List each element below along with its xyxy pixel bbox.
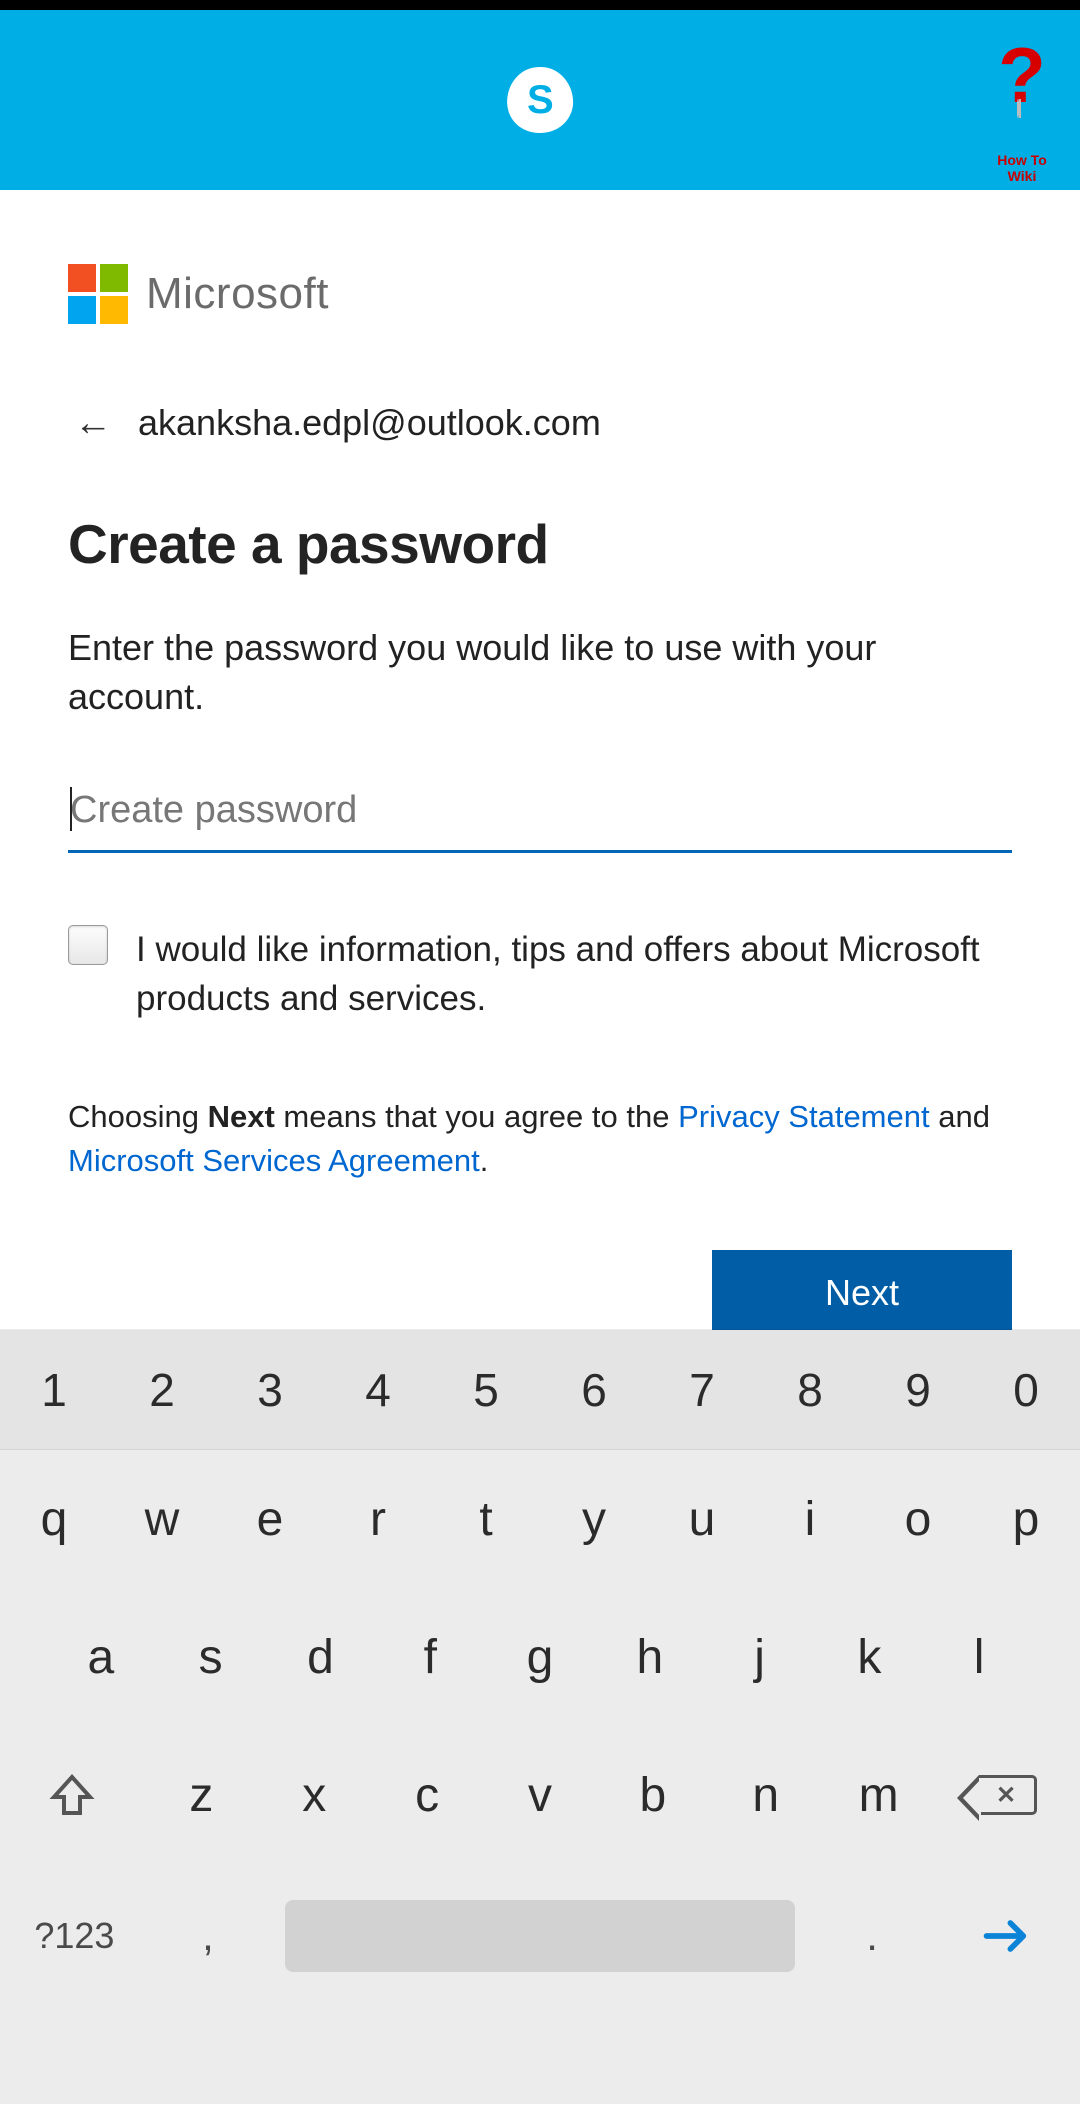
- space-key[interactable]: [285, 1900, 795, 1972]
- on-screen-keyboard[interactable]: 1 2 3 4 5 6 7 8 9 0 q w e r t y u i o p …: [0, 1330, 1080, 2104]
- account-email-row[interactable]: ← akanksha.edpl@outlook.com: [68, 398, 1012, 448]
- skype-icon: S: [505, 65, 574, 134]
- privacy-statement-link[interactable]: Privacy Statement: [678, 1099, 930, 1134]
- marketing-optin-row[interactable]: I would like information, tips and offer…: [68, 925, 1012, 1023]
- key-5[interactable]: 5: [432, 1330, 540, 1449]
- key-y[interactable]: y: [543, 1456, 645, 1582]
- key-e[interactable]: e: [219, 1456, 321, 1582]
- key-2[interactable]: 2: [108, 1330, 216, 1449]
- comma-key[interactable]: ,: [152, 1874, 264, 1998]
- marketing-optin-label: I would like information, tips and offer…: [136, 925, 1012, 1023]
- key-a[interactable]: a: [49, 1594, 153, 1720]
- key-i[interactable]: i: [759, 1456, 861, 1582]
- back-arrow-icon[interactable]: ←: [68, 398, 118, 448]
- key-u[interactable]: u: [651, 1456, 753, 1582]
- keyboard-row-1: q w e r t y u i o p: [0, 1450, 1080, 1588]
- microsoft-text: Microsoft: [146, 269, 329, 319]
- key-s[interactable]: s: [159, 1594, 263, 1720]
- symbols-key[interactable]: ?123: [3, 1874, 146, 1998]
- shift-key[interactable]: [3, 1732, 142, 1858]
- key-9[interactable]: 9: [864, 1330, 972, 1449]
- enter-key[interactable]: [934, 1874, 1077, 1998]
- key-k[interactable]: k: [817, 1594, 921, 1720]
- key-v[interactable]: v: [487, 1732, 594, 1858]
- key-z[interactable]: z: [148, 1732, 255, 1858]
- microsoft-logo-icon: [68, 264, 128, 324]
- next-button[interactable]: Next: [712, 1250, 1012, 1336]
- key-f[interactable]: f: [378, 1594, 482, 1720]
- legal-next-word: Next: [208, 1099, 275, 1134]
- howto-watermark: ? How To Wiki: [982, 44, 1062, 184]
- password-input[interactable]: [68, 777, 1012, 853]
- key-r[interactable]: r: [327, 1456, 429, 1582]
- keyboard-row-3: z x c v b n m ✕: [0, 1726, 1080, 1864]
- backspace-key[interactable]: ✕: [938, 1732, 1077, 1858]
- text-caret: [70, 787, 72, 831]
- microsoft-brand: Microsoft: [68, 264, 1012, 324]
- key-j[interactable]: j: [708, 1594, 812, 1720]
- key-w[interactable]: w: [111, 1456, 213, 1582]
- skype-letter: S: [527, 78, 554, 123]
- key-6[interactable]: 6: [540, 1330, 648, 1449]
- key-m[interactable]: m: [825, 1732, 932, 1858]
- page-title: Create a password: [68, 512, 1012, 576]
- key-t[interactable]: t: [435, 1456, 537, 1582]
- key-q[interactable]: q: [3, 1456, 105, 1582]
- key-b[interactable]: b: [599, 1732, 706, 1858]
- backspace-icon: ✕: [979, 1775, 1037, 1815]
- key-c[interactable]: c: [374, 1732, 481, 1858]
- key-d[interactable]: d: [269, 1594, 373, 1720]
- figure-icon: [1000, 100, 1038, 158]
- page-subtitle: Enter the password you would like to use…: [68, 624, 1012, 721]
- key-8[interactable]: 8: [756, 1330, 864, 1449]
- services-agreement-link[interactable]: Microsoft Services Agreement: [68, 1143, 480, 1178]
- keyboard-bottom-row: ?123 , .: [0, 1864, 1080, 2004]
- account-email: akanksha.edpl@outlook.com: [138, 402, 601, 444]
- key-p[interactable]: p: [975, 1456, 1077, 1582]
- status-bar: [0, 0, 1080, 10]
- period-key[interactable]: .: [816, 1874, 928, 1998]
- app-header: S ? How To Wiki: [0, 10, 1080, 190]
- key-4[interactable]: 4: [324, 1330, 432, 1449]
- key-7[interactable]: 7: [648, 1330, 756, 1449]
- keyboard-row-2: a s d f g h j k l: [0, 1588, 1080, 1726]
- keyboard-number-row: 1 2 3 4 5 6 7 8 9 0: [0, 1330, 1080, 1450]
- legal-text: Choosing Next means that you agree to th…: [68, 1095, 1012, 1182]
- key-l[interactable]: l: [927, 1594, 1031, 1720]
- key-n[interactable]: n: [712, 1732, 819, 1858]
- arrow-right-icon: [980, 1910, 1032, 1962]
- key-x[interactable]: x: [261, 1732, 368, 1858]
- key-3[interactable]: 3: [216, 1330, 324, 1449]
- marketing-optin-checkbox[interactable]: [68, 925, 108, 965]
- key-0[interactable]: 0: [972, 1330, 1080, 1449]
- question-mark-icon: ?: [982, 44, 1062, 106]
- key-g[interactable]: g: [488, 1594, 592, 1720]
- key-o[interactable]: o: [867, 1456, 969, 1582]
- shift-icon: [48, 1771, 96, 1819]
- content-area: Microsoft ← akanksha.edpl@outlook.com Cr…: [0, 190, 1080, 1336]
- key-h[interactable]: h: [598, 1594, 702, 1720]
- password-field-wrap[interactable]: [68, 777, 1012, 853]
- key-1[interactable]: 1: [0, 1330, 108, 1449]
